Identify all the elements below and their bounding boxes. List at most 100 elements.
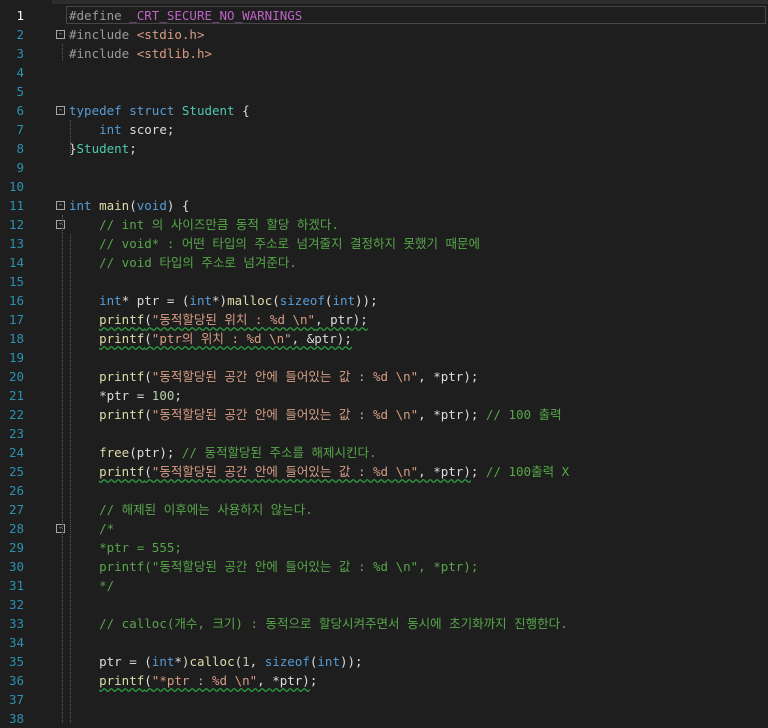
code-token: 100	[151, 388, 175, 403]
code-text[interactable]: printf("동적할당된 위치 : %d \n", ptr);	[69, 310, 368, 329]
code-text[interactable]: printf("동적할당된 공간 안에 들어있는 값 : %d \n", *pt…	[69, 462, 569, 481]
line-number: 19	[8, 350, 24, 365]
code-line[interactable]: 12 - // int 의 사이즈만큼 동적 할당 하겠다.	[0, 215, 768, 234]
code-token: *)	[212, 293, 228, 308]
code-token: (	[144, 407, 152, 422]
indent-guide	[70, 234, 71, 723]
code-text[interactable]: printf("동적할당된 공간 안에 들어있는 값 : %d \n", *pt…	[69, 405, 561, 424]
code-line[interactable]: 36 printf("*ptr : %d \n", *ptr);	[0, 671, 768, 690]
code-text[interactable]: *ptr = 555;	[69, 538, 182, 557]
code-token: *ptr =	[69, 388, 152, 403]
code-text[interactable]: // void 타입의 주소로 넘겨준다.	[69, 253, 297, 272]
code-line[interactable]: 22 printf("동적할당된 공간 안에 들어있는 값 : %d \n", …	[0, 405, 768, 424]
code-text[interactable]: printf("*ptr : %d \n", *ptr);	[69, 671, 317, 690]
code-line[interactable]: 1 #define _CRT_SECURE_NO_WARNINGS	[0, 6, 768, 25]
code-line[interactable]: 19	[0, 348, 768, 367]
code-line[interactable]: 6 - typedef struct Student {	[0, 101, 768, 120]
code-text[interactable]: // 해제된 이후에는 사용하지 않는다.	[69, 500, 313, 519]
code-line[interactable]: 28 - /*	[0, 519, 768, 538]
code-line[interactable]: 17 printf("동적할당된 위치 : %d \n", ptr);	[0, 310, 768, 329]
code-token: (	[272, 293, 280, 308]
code-line[interactable]: 14 // void 타입의 주소로 넘겨준다.	[0, 253, 768, 272]
code-token: printf	[99, 369, 145, 384]
code-text[interactable]: ptr = (int*)calloc(1, sizeof(int));	[69, 652, 362, 671]
code-line[interactable]: 27 // 해제된 이후에는 사용하지 않는다.	[0, 500, 768, 519]
code-line[interactable]: 20 printf("동적할당된 공간 안에 들어있는 값 : %d \n", …	[0, 367, 768, 386]
code-text[interactable]: *ptr = 100;	[69, 386, 182, 405]
collapse-toggle-icon[interactable]: -	[56, 524, 65, 533]
code-line[interactable]: 16 int* ptr = (int*)malloc(sizeof(int));	[0, 291, 768, 310]
code-text[interactable]: // calloc(개수, 크기) : 동적으로 할당시켜주면서 동시에 초기화…	[69, 614, 568, 633]
code-text[interactable]: int main(void) {	[69, 196, 189, 215]
line-number: 34	[8, 635, 24, 650]
code-line[interactable]: 4	[0, 63, 768, 82]
code-text[interactable]: #define _CRT_SECURE_NO_WARNINGS	[69, 6, 302, 25]
code-token: int	[151, 654, 175, 669]
code-line[interactable]: 8 }Student;	[0, 139, 768, 158]
code-text[interactable]: /*	[69, 519, 114, 538]
code-line[interactable]: 29 *ptr = 555;	[0, 538, 768, 557]
code-token: (	[144, 673, 152, 688]
line-number: 20	[8, 369, 24, 384]
collapse-toggle-icon[interactable]: -	[56, 201, 65, 210]
line-number: 2	[16, 27, 24, 42]
code-line[interactable]: 18 printf("ptr의 위치 : %d \n", &ptr);	[0, 329, 768, 348]
code-text[interactable]: #include <stdlib.h>	[69, 44, 212, 63]
code-line[interactable]: 38	[0, 709, 768, 728]
code-text[interactable]: int* ptr = (int*)malloc(sizeof(int));	[69, 291, 377, 310]
code-text[interactable]: */	[69, 576, 114, 595]
code-line[interactable]: 5	[0, 82, 768, 101]
line-number: 14	[8, 255, 24, 270]
code-line[interactable]: 30 printf("동적할당된 공간 안에 들어있는 값 : %d \n", …	[0, 557, 768, 576]
collapse-toggle-icon[interactable]: -	[56, 30, 65, 39]
code-token: ;	[129, 141, 137, 156]
code-line[interactable]: 25 printf("동적할당된 공간 안에 들어있는 값 : %d \n", …	[0, 462, 768, 481]
code-token: , *ptr)	[257, 673, 310, 688]
code-line[interactable]: 21 *ptr = 100;	[0, 386, 768, 405]
code-line[interactable]: 2 - #include <stdio.h>	[0, 25, 768, 44]
code-token: malloc	[227, 293, 273, 308]
code-line[interactable]: 10	[0, 177, 768, 196]
code-text[interactable]: // void* : 어떤 타입의 주소로 넘겨줄지 결정하지 못했기 때문에	[69, 234, 480, 253]
code-line[interactable]: 11 - int main(void) {	[0, 196, 768, 215]
code-token: // 100출력 X	[485, 464, 570, 479]
code-editor[interactable]: 1 #define _CRT_SECURE_NO_WARNINGS 2- #inclu…	[0, 0, 768, 726]
code-text[interactable]: typedef struct Student {	[69, 101, 250, 120]
code-text[interactable]: int score;	[69, 120, 174, 139]
code-line[interactable]: 9	[0, 158, 768, 177]
code-text[interactable]: }Student;	[69, 139, 137, 158]
code-token: int	[99, 293, 122, 308]
code-line[interactable]: 32	[0, 595, 768, 614]
code-line[interactable]: 26	[0, 481, 768, 500]
code-text[interactable]: #include <stdio.h>	[69, 25, 204, 44]
code-line[interactable]: 31 */	[0, 576, 768, 595]
collapse-toggle-icon[interactable]: -	[56, 106, 65, 115]
collapse-toggle-icon[interactable]: -	[56, 220, 65, 229]
code-line[interactable]: 35 ptr = (int*)calloc(1, sizeof(int));	[0, 652, 768, 671]
code-line[interactable]: 7 int score;	[0, 120, 768, 139]
code-line[interactable]: 23	[0, 424, 768, 443]
code-text[interactable]: printf("동적할당된 공간 안에 들어있는 값 : %d \n", *pt…	[69, 557, 478, 576]
code-line[interactable]: 15	[0, 272, 768, 291]
code-token: /*	[99, 521, 115, 536]
code-text[interactable]: printf("동적할당된 공간 안에 들어있는 값 : %d \n", *pt…	[69, 367, 478, 386]
line-number: 29	[8, 540, 24, 555]
code-line[interactable]: 37	[0, 690, 768, 709]
line-number: 8	[16, 141, 24, 156]
code-token: printf	[99, 407, 145, 422]
code-line[interactable]: 34	[0, 633, 768, 652]
code-line[interactable]: 33 // calloc(개수, 크기) : 동적으로 할당시켜주면서 동시에 …	[0, 614, 768, 633]
code-text[interactable]: free(ptr); // 동적할당된 주소를 해제시킨다.	[69, 443, 376, 462]
code-text[interactable]: printf("ptr의 위치 : %d \n", &ptr);	[69, 329, 352, 348]
code-token: , ptr);	[315, 312, 368, 327]
code-line[interactable]: 3 #include <stdlib.h>	[0, 44, 768, 63]
code-line[interactable]: 24 free(ptr); // 동적할당된 주소를 해제시킨다.	[0, 443, 768, 462]
code-token: printf	[99, 331, 145, 346]
code-text[interactable]: // int 의 사이즈만큼 동적 할당 하겠다.	[69, 215, 339, 234]
code-line[interactable]: 13 // void* : 어떤 타입의 주소로 넘겨줄지 결정하지 못했기 때…	[0, 234, 768, 253]
